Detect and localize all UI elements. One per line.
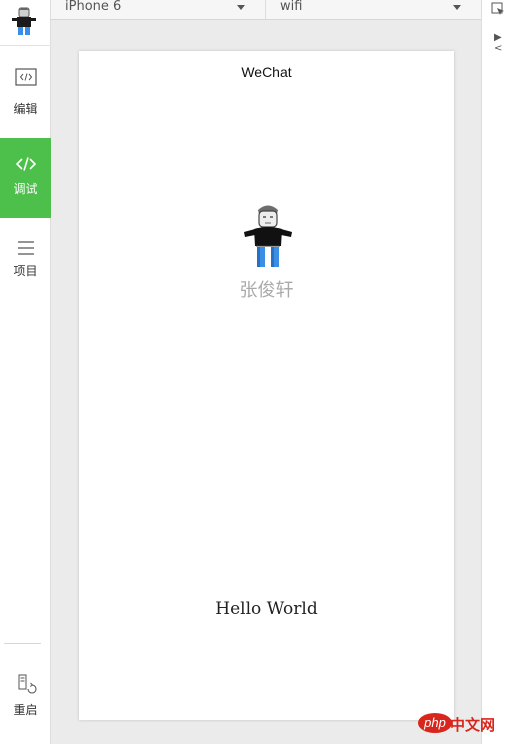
restart-icon [0,672,51,697]
sidebar-item-debug[interactable]: 调试 [0,138,51,218]
caret-down-icon [453,5,461,10]
nav-bar-title: WeChat [241,64,292,80]
user-avatar [242,202,294,270]
php-logo: php [418,713,452,733]
sidebar: 编辑 调试 项目 重启 [0,0,51,744]
device-select[interactable]: iPhone 6 [51,0,266,19]
network-select-value: wifi [280,0,303,14]
hello-text: Hello World [215,599,318,619]
devtools-panel: ▶ < [481,0,509,744]
sidebar-item-label: 编辑 [13,102,38,116]
sidebar-item-label: 重启 [13,703,38,717]
sidebar-divider [0,45,51,46]
user-avatar-icon[interactable] [10,6,38,36]
caret-down-icon [237,5,245,10]
watermark-text: 中文网 [450,716,496,734]
sidebar-item-label: 项目 [13,264,38,278]
menu-icon [0,240,51,259]
toolbar: iPhone 6 wifi [51,0,481,20]
phone-simulator: WeChat 张俊轩 Hello World [79,51,454,720]
sidebar-item-restart[interactable]: 重启 [0,672,51,732]
sidebar-item-label: 调试 [13,182,38,196]
device-select-value: iPhone 6 [65,0,122,14]
dom-tree-node[interactable]: ▶ < [494,32,509,54]
user-name: 张俊轩 [239,280,294,301]
network-select[interactable]: wifi [266,0,480,19]
sidebar-item-edit[interactable]: 编辑 [0,52,51,132]
sidebar-item-project[interactable]: 项目 [0,226,51,286]
code-icon [0,156,51,175]
watermark: php 中文网 [418,713,502,735]
inspect-element-icon[interactable] [491,1,505,15]
code-icon [0,68,51,89]
sidebar-divider [4,643,41,644]
